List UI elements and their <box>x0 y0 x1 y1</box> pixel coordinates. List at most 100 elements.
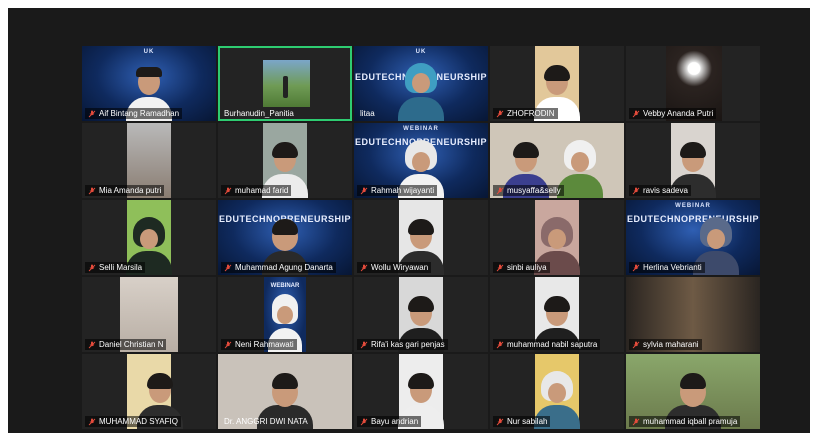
participant-name: musyaffa&selly <box>507 186 561 195</box>
participant-name-label: Burhanudin_Panitia <box>221 108 297 119</box>
participant-tile[interactable]: ZHOFRODIN <box>490 46 624 121</box>
participant-tile[interactable]: WEBINAR Neni Rahmawati <box>218 277 352 352</box>
participant-name: sinbi auliya <box>507 263 547 272</box>
participant-name-label: muhamad farid <box>221 185 292 196</box>
participant-name-label: Daniel Christian N <box>85 339 167 350</box>
participant-name-label: ravis sadeva <box>629 185 691 196</box>
participant-name-label: Muhammad Agung Danarta <box>221 262 336 273</box>
mic-muted-icon <box>224 341 232 349</box>
participant-tile[interactable]: Rifa'i kas gari penjas <box>354 277 488 352</box>
participant-name-label: musyaffa&selly <box>493 185 564 196</box>
logo: WEBINAR <box>675 203 711 209</box>
mic-muted-icon <box>632 110 640 118</box>
participant-tile-active-speaker[interactable]: Burhanudin_Panitia <box>218 46 352 121</box>
participant-tile[interactable]: Dr. ANGGRI DWI NATA <box>218 354 352 429</box>
participant-video <box>398 63 444 121</box>
participant-name: Vebby Ananda Putri <box>643 109 714 118</box>
participant-tile[interactable]: Nur sabilah <box>490 354 624 429</box>
participant-video <box>263 60 310 107</box>
participant-name-label: litaa <box>357 108 378 119</box>
mic-muted-icon <box>496 341 504 349</box>
participant-name: sylvia maharani <box>643 340 699 349</box>
participant-name-label: Selli Marsila <box>85 262 146 273</box>
mic-muted-icon <box>88 264 96 272</box>
mic-muted-icon <box>496 110 504 118</box>
mic-muted-icon <box>632 264 640 272</box>
participant-name-label: sinbi auliya <box>493 262 550 273</box>
participant-name: Aif Bintang Ramadhan <box>99 109 180 118</box>
participant-name: muhammad nabil saputra <box>507 340 598 349</box>
participant-name: Bayu andrian <box>371 417 419 426</box>
participant-name: Burhanudin_Panitia <box>224 109 294 118</box>
participant-name-label: Aif Bintang Ramadhan <box>85 108 183 119</box>
mic-muted-icon <box>224 187 232 195</box>
participant-tile[interactable]: Selli Marsila <box>82 200 216 275</box>
mic-muted-icon <box>360 341 368 349</box>
participant-tile[interactable]: UK Aif Bintang Ramadhan <box>82 46 216 121</box>
mic-muted-icon <box>360 187 368 195</box>
gallery-grid: UK Aif Bintang Ramadhan Burhanudin_Panit… <box>82 46 760 429</box>
participant-tile[interactable]: MUHAMMAD SYAFIQ <box>82 354 216 429</box>
participant-tile[interactable]: WEBINAR EDUTECHNOPRENEURSHIP Herlina Veb… <box>626 200 760 275</box>
participant-name: Dr. ANGGRI DWI NATA <box>224 417 308 426</box>
participant-name-label: Nur sabilah <box>493 416 551 427</box>
participant-name: Herlina Vebrianti <box>643 263 702 272</box>
participant-name-label: ZHOFRODIN <box>493 108 558 119</box>
participant-name-label: Rifa'i kas gari penjas <box>357 339 448 350</box>
participant-tile[interactable]: Vebby Ananda Putri <box>626 46 760 121</box>
participant-tile[interactable]: Mia Amanda putri <box>82 123 216 198</box>
mic-muted-icon <box>496 187 504 195</box>
participant-name: MUHAMMAD SYAFIQ <box>99 417 178 426</box>
mic-muted-icon <box>496 418 504 426</box>
mic-muted-icon <box>88 187 96 195</box>
meeting-window: UK Aif Bintang Ramadhan Burhanudin_Panit… <box>8 8 810 433</box>
participant-name: ZHOFRODIN <box>507 109 555 118</box>
participant-name: Wollu Wiryawan <box>371 263 429 272</box>
mic-muted-icon <box>224 264 232 272</box>
mic-muted-icon <box>632 341 640 349</box>
participant-name: Muhammad Agung Danarta <box>235 263 333 272</box>
participant-name-label: sylvia maharani <box>629 339 702 350</box>
participant-tile[interactable]: Daniel Christian N <box>82 277 216 352</box>
participant-name-label: Mia Amanda putri <box>85 185 165 196</box>
participant-name-label: Vebby Ananda Putri <box>629 108 717 119</box>
participant-tile[interactable]: muhamad farid <box>218 123 352 198</box>
participant-tile[interactable]: Bayu andrian <box>354 354 488 429</box>
mic-muted-icon <box>632 187 640 195</box>
participant-name: muhamad farid <box>235 186 289 195</box>
participant-name: litaa <box>360 109 375 118</box>
participant-tile[interactable]: muhammad nabil saputra <box>490 277 624 352</box>
mic-muted-icon <box>88 110 96 118</box>
participant-tile[interactable]: sinbi auliya <box>490 200 624 275</box>
logo: WEBINAR <box>403 126 439 132</box>
participant-tile[interactable]: WEBINAR EDUTECHNOPRENEURSHIP Rahmah wija… <box>354 123 488 198</box>
mic-muted-icon <box>496 264 504 272</box>
mic-muted-icon <box>632 418 640 426</box>
participant-tile[interactable]: EDUTECHNOPRENEURSHIP Muhammad Agung Dana… <box>218 200 352 275</box>
participant-name-label: Herlina Vebrianti <box>629 262 705 273</box>
participant-name-label: Neni Rahmawati <box>221 339 297 350</box>
participant-name: Selli Marsila <box>99 263 143 272</box>
webinar-title: WEBINAR <box>270 283 300 289</box>
participant-name: Daniel Christian N <box>99 340 164 349</box>
participant-name: Neni Rahmawati <box>235 340 294 349</box>
participant-name-label: Bayu andrian <box>357 416 422 427</box>
participant-tile[interactable]: ravis sadeva <box>626 123 760 198</box>
participant-tile[interactable]: Wollu Wiryawan <box>354 200 488 275</box>
participant-name-label: Wollu Wiryawan <box>357 262 432 273</box>
participant-name: muhammad iqball pramuja <box>643 417 738 426</box>
participant-tile[interactable]: sylvia maharani <box>626 277 760 352</box>
participant-tile[interactable]: UK EDUTECHNOPRENEURSHIP litaa <box>354 46 488 121</box>
mic-muted-icon <box>88 418 96 426</box>
participant-name-label: muhammad iqball pramuja <box>629 416 741 427</box>
mic-muted-icon <box>360 418 368 426</box>
participant-name: ravis sadeva <box>643 186 688 195</box>
participant-name: Nur sabilah <box>507 417 548 426</box>
participant-name: Rahmah wijayanti <box>371 186 435 195</box>
participant-tile[interactable]: muhammad iqball pramuja <box>626 354 760 429</box>
participant-tile[interactable]: musyaffa&selly <box>490 123 624 198</box>
mic-muted-icon <box>360 264 368 272</box>
participant-name: Mia Amanda putri <box>99 186 162 195</box>
participant-name-label: Rahmah wijayanti <box>357 185 438 196</box>
participant-name-label: Dr. ANGGRI DWI NATA <box>221 416 311 427</box>
